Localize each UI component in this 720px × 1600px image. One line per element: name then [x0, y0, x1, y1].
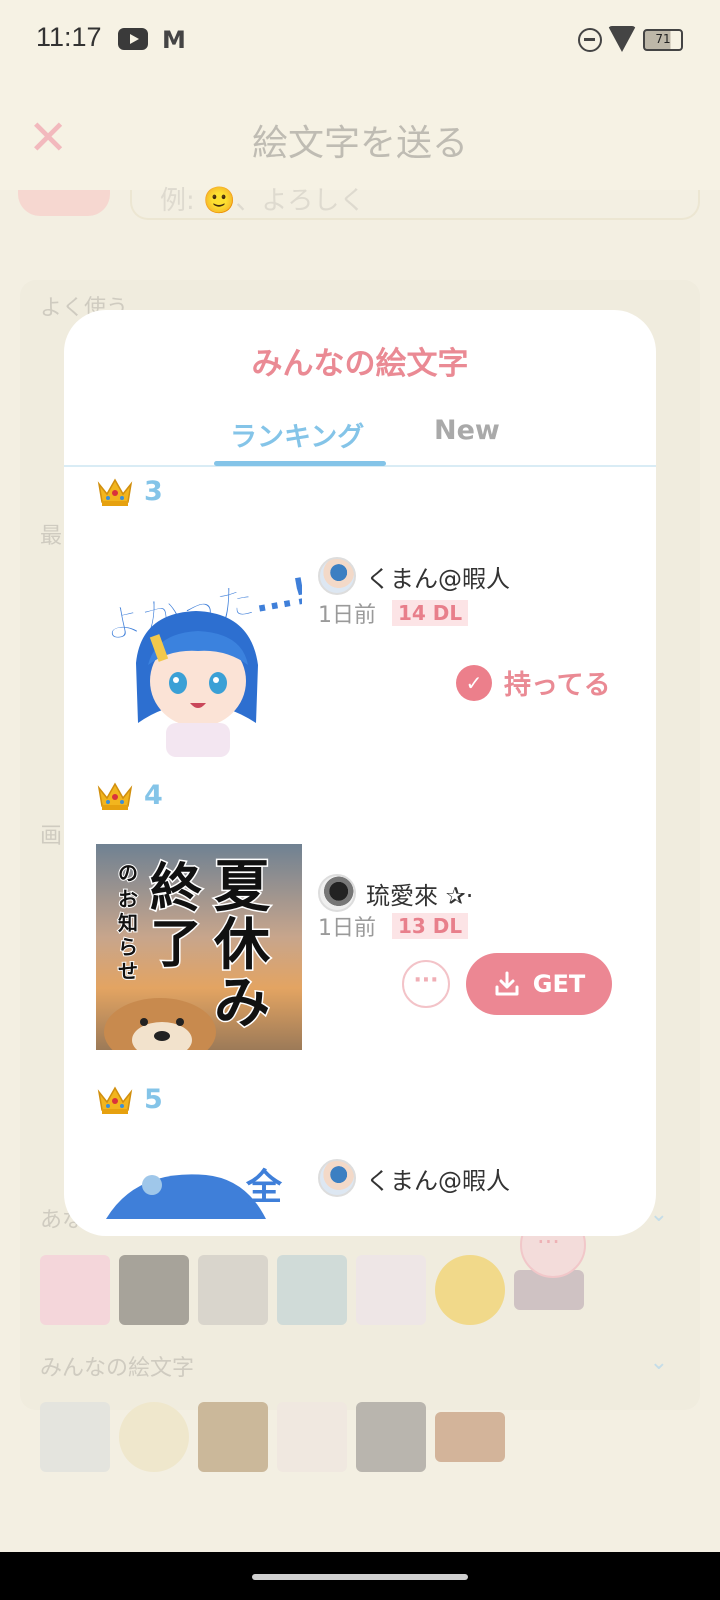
creator-info[interactable]: 琉愛來 ✰· [318, 874, 473, 912]
thumbnail [40, 1255, 110, 1325]
rank-number: 4 [144, 779, 163, 811]
system-navigation-bar [0, 1552, 720, 1600]
app-header: ✕ 絵文字を送る [0, 80, 720, 190]
sticker-image[interactable]: 全 [96, 1159, 302, 1236]
rank-header: 4 [96, 773, 163, 817]
download-count-badge: 13 DL [392, 913, 469, 939]
item-meta: 1日前 14 DL [318, 597, 469, 629]
svg-text:知: 知 [118, 911, 138, 935]
creator-info[interactable]: くまん@暇人 [318, 557, 510, 595]
chevron-down-icon: ⌄ [649, 1350, 668, 1375]
item-meta: 1日前 13 DL [318, 910, 469, 942]
list-item: よかった…! くまん@暇人 1日前 14 DL ✓ 持ってる [64, 553, 656, 763]
svg-text:了: 了 [150, 915, 202, 975]
thumbnail [198, 1255, 268, 1325]
search-placeholder: 例: 🙂、よろしく [160, 186, 366, 216]
ranking-list[interactable]: 3 よかった…! くまん@暇人 1日前 14 DL ✓ 持ってる 4 夏 休 み… [64, 469, 656, 1236]
svg-text:お: お [118, 887, 138, 911]
avatar [318, 1159, 356, 1197]
everyone-thumbnails [40, 1402, 505, 1472]
search-input: 例: 🙂、よろしく [130, 186, 700, 220]
rank-header: 3 [96, 469, 163, 513]
list-item: 全 くまん@暇人 [64, 1159, 656, 1236]
section-image-label: 画 [40, 824, 63, 849]
get-button-label: GET [532, 970, 586, 998]
sticker-image[interactable]: よかった…! [96, 553, 313, 759]
thumbnail [198, 1402, 268, 1472]
creator-name: 琉愛來 ✰· [366, 881, 474, 910]
avatar [318, 557, 356, 595]
svg-text:夏: 夏 [214, 855, 271, 920]
more-options-button[interactable]: ··· [402, 960, 450, 1008]
camera-button [18, 190, 110, 216]
creator-info[interactable]: くまん@暇人 [318, 1159, 510, 1197]
page-title: 絵文字を送る [251, 123, 468, 164]
wifi-icon [608, 26, 636, 52]
svg-text:全: 全 [245, 1166, 283, 1208]
rank-number: 3 [144, 475, 163, 507]
thumbnail [435, 1255, 505, 1325]
thumbnail [435, 1412, 505, 1462]
avatar [318, 874, 356, 912]
rank-number: 5 [144, 1083, 163, 1115]
rank-header: 5 [96, 1077, 163, 1121]
crown-icon [96, 474, 134, 508]
crown-icon [96, 1082, 134, 1116]
get-button[interactable]: GET [466, 953, 612, 1015]
status-time: 11:17 [36, 22, 102, 52]
list-item: 夏 休 み 終 了 の お 知 ら せ 琉愛來 ✰· 1日前 13 DL ···… [64, 844, 656, 1054]
recommend-thumbnails [40, 1255, 584, 1325]
tab-selected-indicator [214, 461, 386, 466]
do-not-disturb-icon [578, 28, 602, 52]
creator-name: くまん@暇人 [366, 564, 510, 593]
thumbnail [119, 1402, 189, 1472]
everyone-emoji-modal: みんなの絵文字 ランキング New 3 よかった…! くまん@暇人 1日前 14… [64, 310, 656, 1236]
crown-icon [96, 778, 134, 812]
youtube-notification-icon [118, 28, 148, 50]
gmail-notification-icon: M [162, 26, 186, 54]
posted-time: 1日前 [318, 916, 376, 941]
svg-text:終: 終 [150, 859, 202, 919]
svg-text:ら: ら [118, 935, 138, 959]
modal-title: みんなの絵文字 [251, 346, 469, 382]
home-gesture-handle[interactable] [252, 1574, 468, 1580]
creator-name: くまん@暇人 [366, 1166, 510, 1195]
tab-bar: ランキング New [64, 405, 656, 467]
section-recent-label: 最 [40, 524, 63, 549]
svg-text:み: み [214, 971, 270, 1036]
section-everyone-label: みんなの絵文字 [40, 1356, 195, 1381]
tab-new[interactable]: New [434, 415, 500, 446]
thumbnail [119, 1255, 189, 1325]
svg-text:せ: せ [118, 959, 138, 983]
check-icon: ✓ [456, 664, 492, 701]
svg-text:休: 休 [213, 913, 271, 978]
thumbnail [356, 1402, 426, 1472]
tab-ranking[interactable]: ランキング [230, 415, 364, 454]
owned-indicator: ✓ 持ってる [456, 663, 611, 702]
owned-label: 持ってる [504, 670, 611, 701]
thumbnail [277, 1255, 347, 1325]
svg-text:の: の [118, 861, 138, 885]
download-count-badge: 14 DL [392, 600, 469, 626]
sticker-image[interactable]: 夏 休 み 終 了 の お 知 ら せ [96, 844, 302, 1050]
thumbnail [40, 1402, 110, 1472]
battery-icon: 71 [643, 29, 683, 51]
download-icon [493, 970, 521, 998]
thumbnail [356, 1255, 426, 1325]
posted-time: 1日前 [318, 603, 376, 628]
status-bar: 11:17 M 71 [0, 0, 720, 80]
thumbnail [277, 1402, 347, 1472]
